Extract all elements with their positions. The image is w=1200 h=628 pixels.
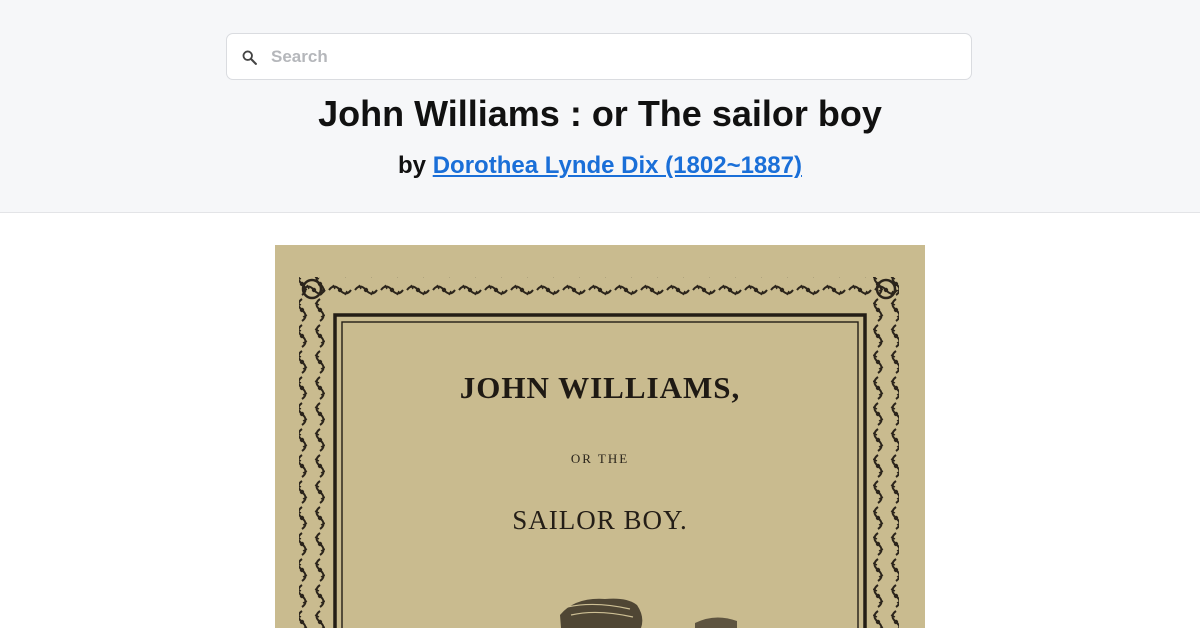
byline: by Dorothea Lynde Dix (1802~1887) (0, 150, 1200, 182)
book-cover-image: JOHN WILLIAMS, OR THE SAILOR BOY. (275, 245, 925, 628)
search-input[interactable] (271, 34, 961, 79)
author-link[interactable]: Dorothea Lynde Dix (1802~1887) (433, 152, 802, 179)
byline-prefix: by (398, 152, 427, 179)
cover-illustration (275, 245, 925, 628)
cover-title: JOHN WILLIAMS, (459, 370, 741, 405)
search-icon[interactable] (241, 49, 258, 66)
cover-subtitle: SAILOR BOY. (512, 505, 688, 535)
page-title: John Williams : or The sailor boy (318, 93, 882, 134)
search-box[interactable] (226, 33, 972, 80)
page-header: John Williams : or The sailor boy by Dor… (0, 0, 1200, 213)
cover-connector: OR THE (570, 451, 630, 466)
